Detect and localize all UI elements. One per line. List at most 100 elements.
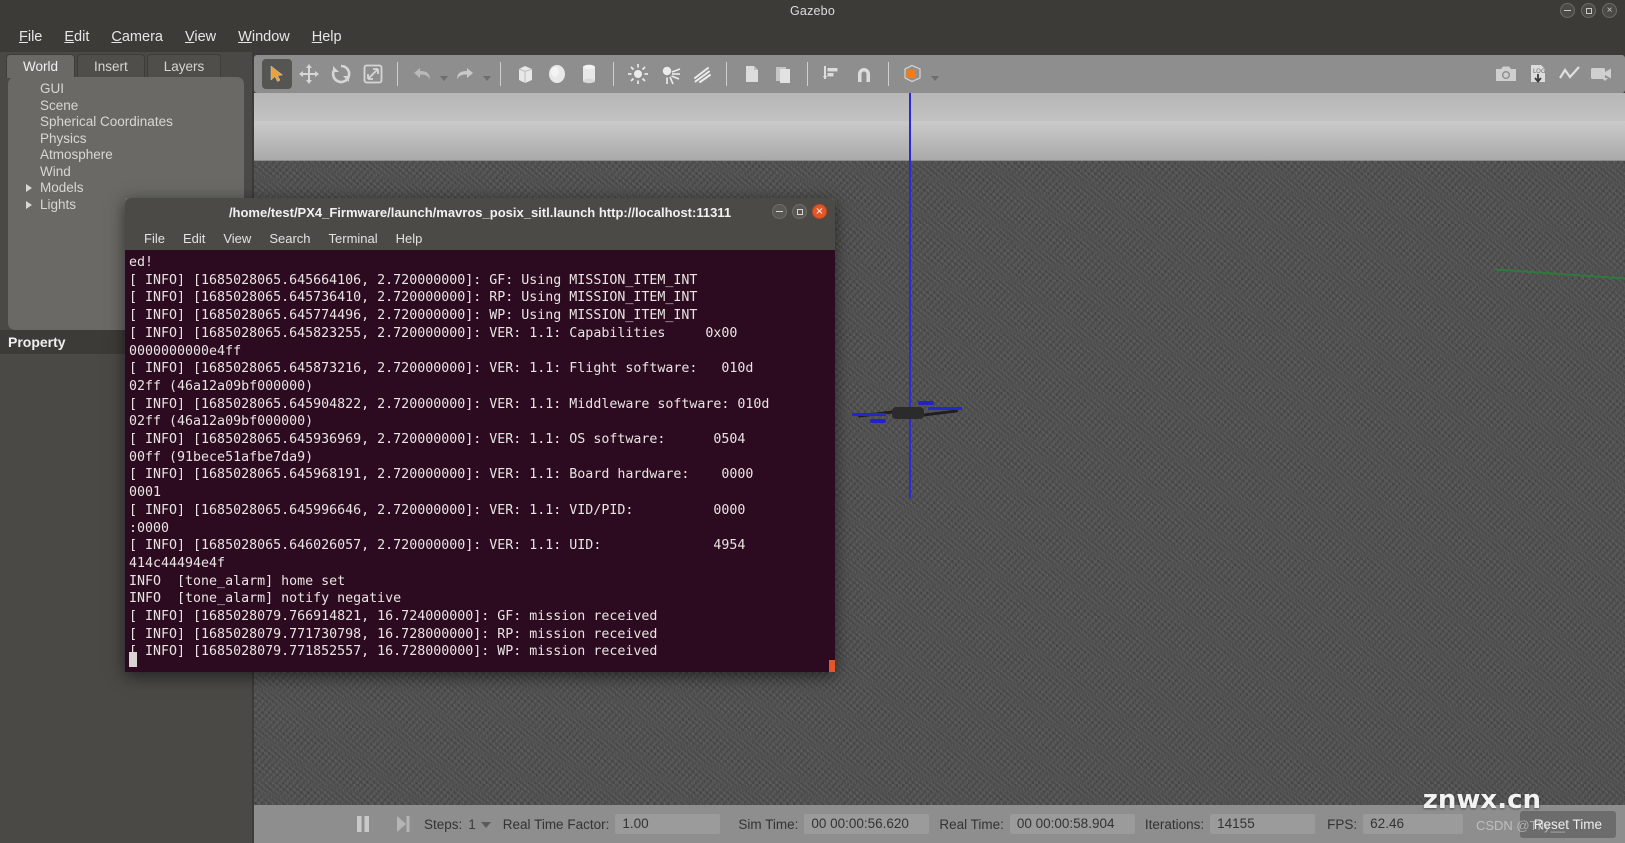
terminal-menu-search[interactable]: Search: [260, 229, 319, 248]
toolbar-separator: [397, 62, 398, 86]
menu-edit[interactable]: Edit: [53, 26, 100, 48]
menu-help[interactable]: Help: [301, 26, 353, 48]
tab-insert[interactable]: Insert: [77, 54, 145, 78]
terminal-scrollbar[interactable]: [829, 660, 835, 672]
tree-item-label: Wind: [40, 163, 71, 179]
terminal-window[interactable]: /home/test/PX4_Firmware/launch/mavros_po…: [125, 198, 835, 672]
redo-tool-button[interactable]: [450, 59, 480, 89]
terminal-menu-help[interactable]: Help: [387, 229, 432, 248]
step-forward-icon-button[interactable]: [390, 811, 416, 837]
window-maximize-button[interactable]: [1581, 3, 1596, 18]
menu-view[interactable]: View: [174, 26, 227, 48]
steps-value[interactable]: 1: [468, 817, 476, 832]
menu-edit-mnemonic: E: [64, 29, 75, 45]
terminal-line: [ INFO] [1685028065.645823255, 2.7200000…: [129, 325, 738, 341]
menu-camera-mnemonic: C: [111, 29, 122, 45]
video-record-icon-button[interactable]: [1587, 59, 1617, 89]
maximize-icon: [1585, 7, 1592, 14]
terminal-line: 0000000000e4ff: [129, 343, 242, 359]
directional-light-tool-button[interactable]: [687, 59, 717, 89]
terminal-menu-terminal[interactable]: Terminal: [320, 229, 387, 248]
main-toolbar: LOG: [254, 55, 1625, 93]
chevron-right-icon[interactable]: [26, 184, 32, 192]
drone-rotor-right: [928, 407, 962, 410]
view-angle-caret-icon[interactable]: [931, 76, 939, 81]
terminal-output[interactable]: ed! [ INFO] [1685028065.645664106, 2.720…: [125, 250, 835, 672]
menu-help-mnemonic: H: [311, 29, 323, 45]
tree-item-gui[interactable]: GUI: [8, 81, 244, 98]
toolbar-separator: [888, 62, 889, 86]
pause-icon-button[interactable]: [350, 811, 376, 837]
menu-camera-rest: amera: [121, 29, 163, 45]
tree-item-label: Spherical Coordinates: [40, 114, 173, 129]
terminal-titlebar: /home/test/PX4_Firmware/launch/mavros_po…: [125, 198, 835, 226]
copy-tool-button[interactable]: [736, 59, 766, 89]
align-tool-button[interactable]: [817, 59, 847, 89]
sky-upper: [254, 93, 1625, 121]
terminal-title: /home/test/PX4_Firmware/launch/mavros_po…: [228, 204, 732, 220]
tab-world[interactable]: World: [6, 54, 76, 78]
sphere-tool-button[interactable]: [542, 59, 572, 89]
left-panel-tabs: World Insert Layers: [0, 52, 252, 78]
tree-item-scene[interactable]: Scene: [8, 98, 244, 115]
translate-tool-button[interactable]: [294, 59, 324, 89]
point-light-tool-button[interactable]: [623, 59, 653, 89]
screenshot-icon-button[interactable]: [1491, 59, 1521, 89]
rotate-tool-button[interactable]: [326, 59, 356, 89]
menu-camera[interactable]: Camera: [100, 26, 174, 48]
toolbar-separator: [613, 62, 614, 86]
drone-rotor-front-right: [918, 401, 934, 405]
chevron-down-icon[interactable]: [480, 822, 491, 828]
log-save-icon-button[interactable]: LOG: [1523, 59, 1553, 89]
window-minimize-button[interactable]: [1560, 3, 1575, 18]
view-angle-tool-button[interactable]: [898, 59, 928, 89]
menu-file-mnemonic: F: [19, 29, 28, 45]
fps-value: 62.46: [1363, 814, 1464, 834]
plot-icon-button[interactable]: [1555, 59, 1585, 89]
terminal-line: 02ff (46a12a09bf000000): [129, 378, 314, 394]
tab-layers[interactable]: Layers: [146, 54, 222, 78]
tree-item-spherical-coordinates[interactable]: Spherical Coordinates: [8, 114, 244, 131]
terminal-line: INFO [tone_alarm] notify negative: [129, 591, 402, 607]
menu-window[interactable]: Window: [227, 26, 301, 48]
spot-light-tool-button[interactable]: [655, 59, 685, 89]
tree-item-wind[interactable]: Wind: [8, 164, 244, 181]
terminal-maximize-button[interactable]: [792, 204, 807, 219]
iris-quadrotor-model[interactable]: [852, 393, 962, 429]
real-time-factor-label: Real Time Factor:: [502, 816, 610, 832]
box-tool-button[interactable]: [510, 59, 540, 89]
toolbar-separator: [500, 62, 501, 86]
undo-tool-button[interactable]: [407, 59, 437, 89]
terminal-menu-view[interactable]: View: [214, 229, 260, 248]
chevron-right-icon[interactable]: [26, 200, 32, 209]
tree-item-models[interactable]: Models: [8, 180, 244, 197]
cylinder-tool-button[interactable]: [574, 59, 604, 89]
real-time-label: Real Time:: [939, 816, 1004, 832]
window-close-button[interactable]: ×: [1602, 3, 1617, 18]
snap-tool-button[interactable]: [849, 59, 879, 89]
tree-item-atmosphere[interactable]: Atmosphere: [8, 147, 244, 164]
redo-history-caret-icon[interactable]: [483, 76, 491, 81]
terminal-line: 00ff (91bece51afbe7da9): [129, 449, 314, 465]
toolbar-separator: [726, 62, 727, 86]
terminal-line: [ INFO] [1685028079.766914821, 16.724000…: [129, 609, 658, 625]
paste-tool-button[interactable]: [768, 59, 798, 89]
select-tool-button[interactable]: [262, 59, 292, 89]
undo-history-caret-icon[interactable]: [440, 76, 448, 81]
terminal-minimize-button[interactable]: [772, 204, 787, 219]
terminal-menu-file[interactable]: File: [135, 229, 174, 248]
menu-help-rest: elp: [322, 29, 342, 45]
menu-file[interactable]: File: [8, 26, 53, 48]
real-time-value: 00 00:00:58.904: [1009, 814, 1135, 834]
menu-file-rest: ile: [27, 29, 43, 45]
tree-item-label: Scene: [40, 97, 79, 113]
menu-window-mnemonic: W: [238, 29, 252, 45]
minimize-icon: [776, 210, 783, 213]
terminal-menu-edit[interactable]: Edit: [174, 229, 214, 248]
tree-item-physics[interactable]: Physics: [8, 131, 244, 148]
terminal-close-button[interactable]: ×: [812, 204, 827, 219]
gazebo-application-window: Gazebo × File Edit Camera View Window He…: [0, 0, 1625, 843]
menu-edit-rest: dit: [74, 29, 90, 45]
sky-lower: [254, 121, 1625, 161]
scale-tool-button[interactable]: [358, 59, 388, 89]
